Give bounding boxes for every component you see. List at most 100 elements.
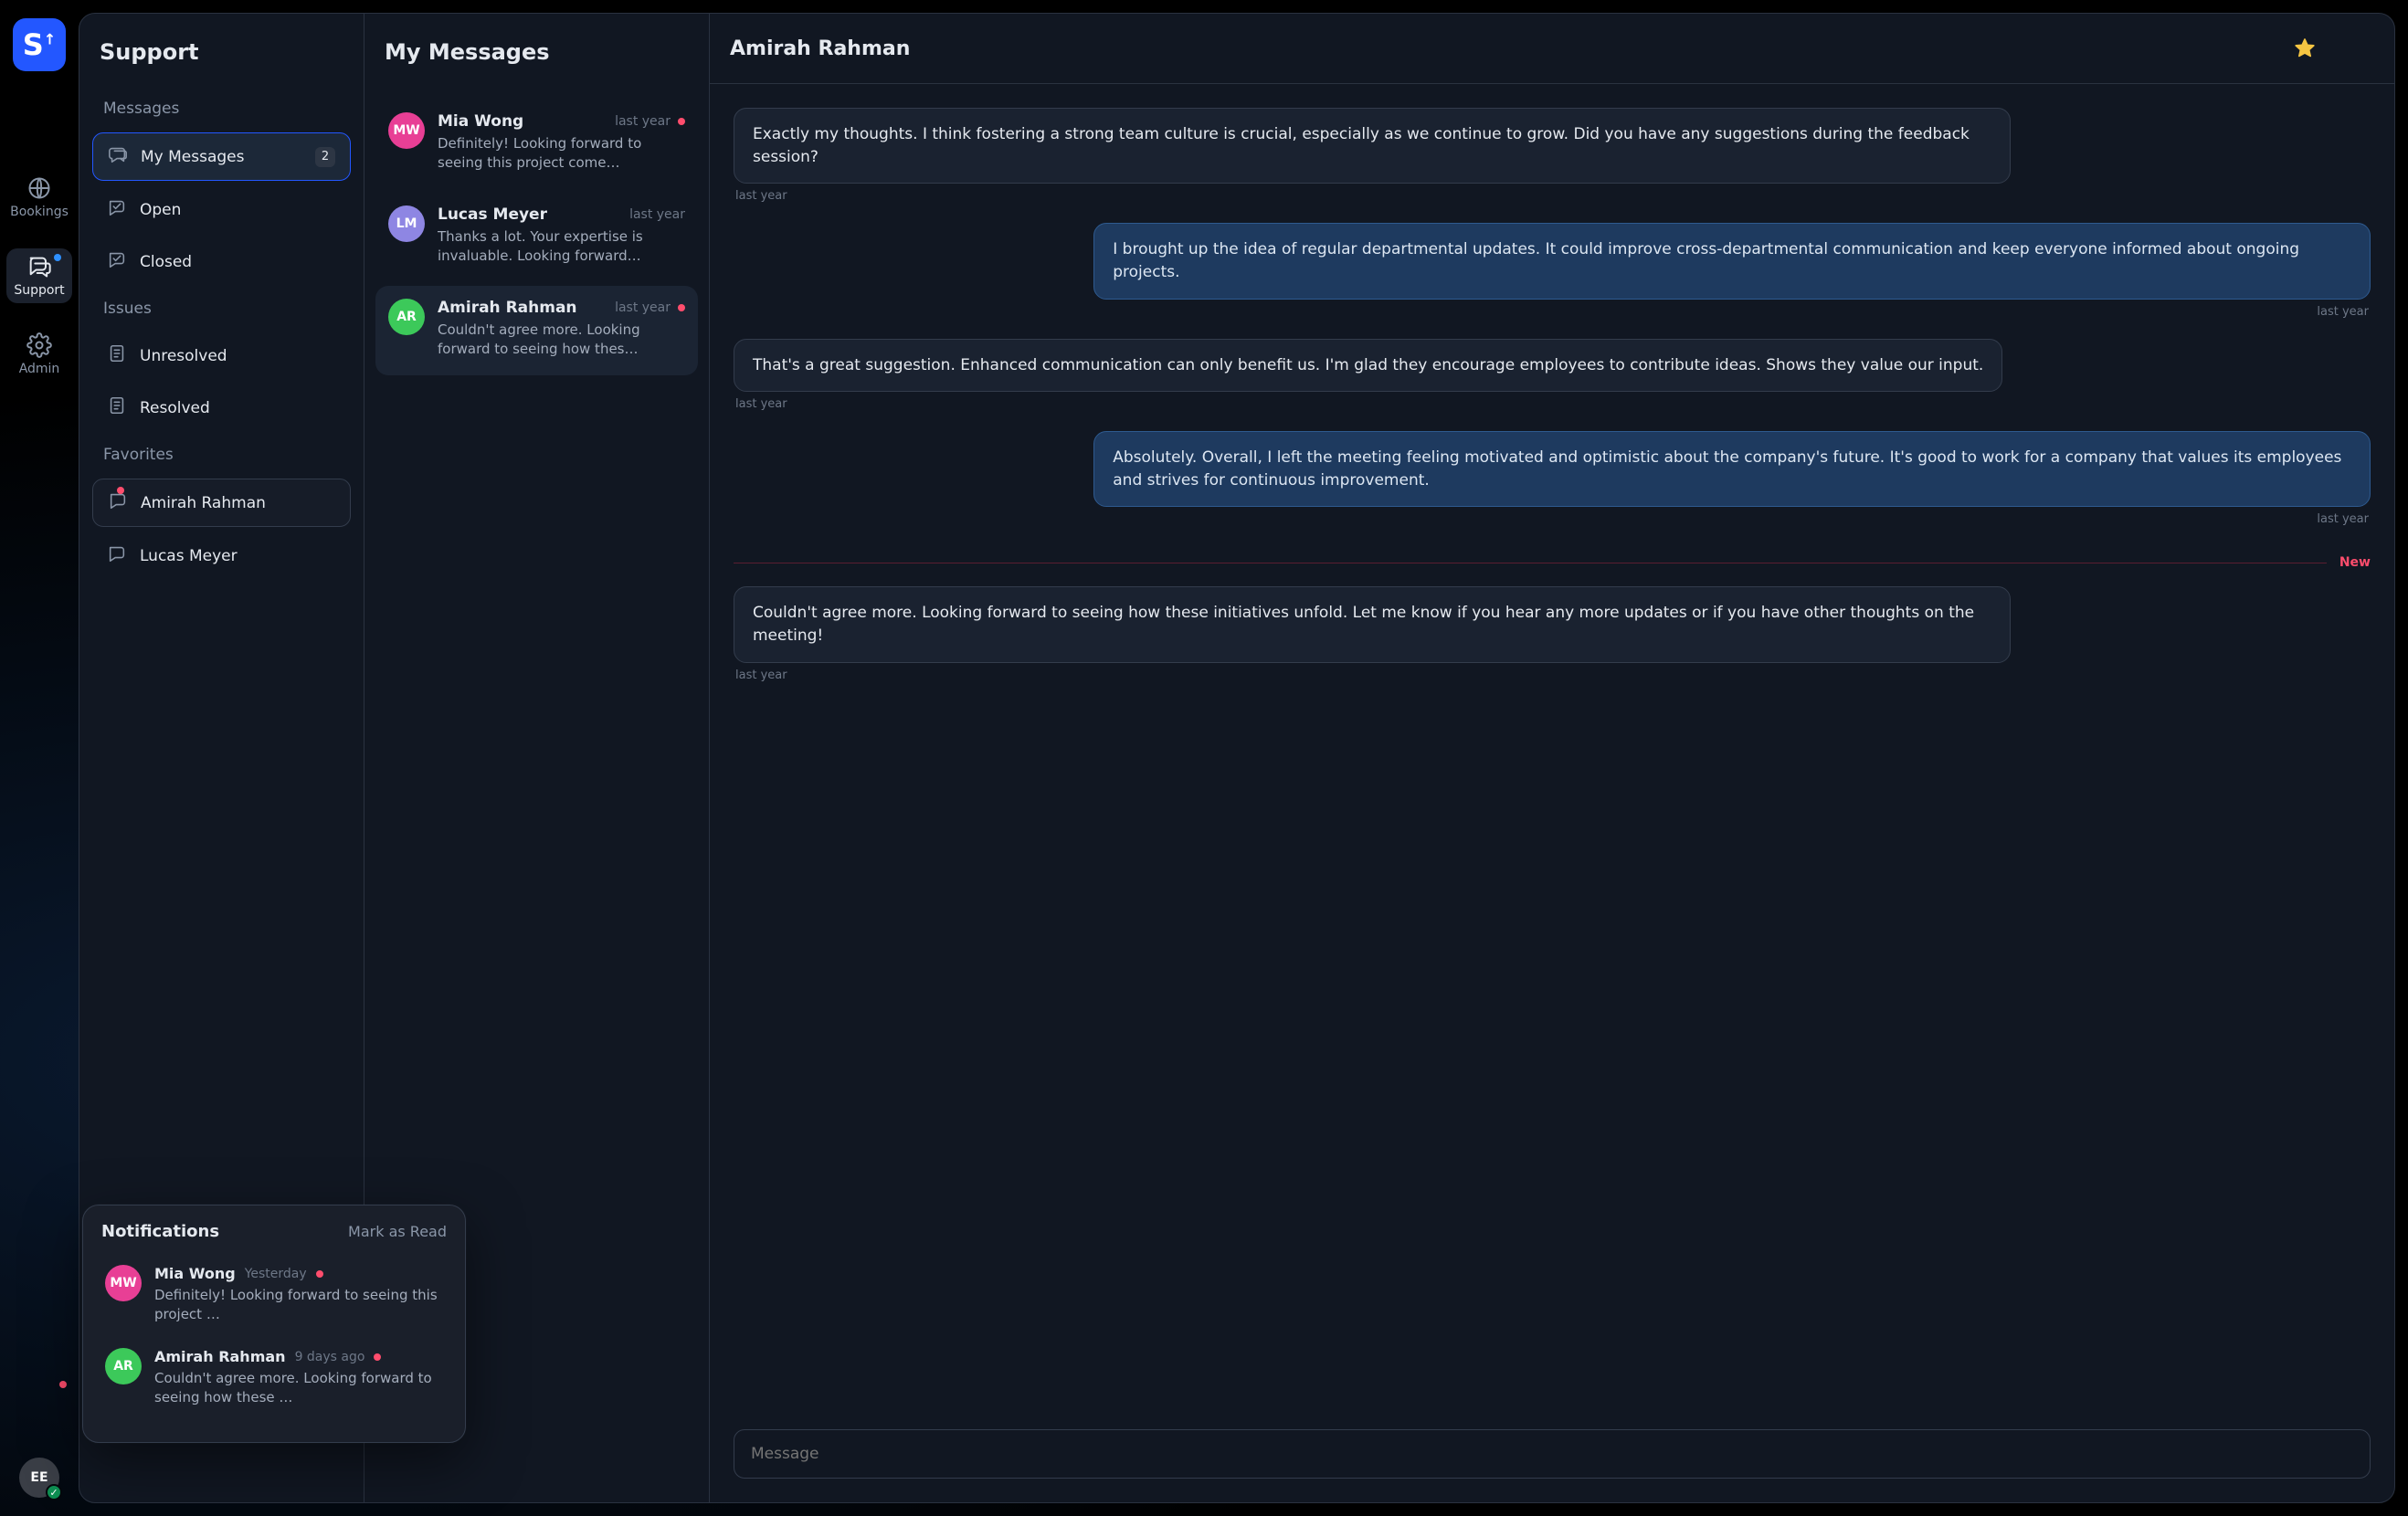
- message-preview: Couldn't agree more. Looking forward to …: [438, 321, 685, 359]
- notification-item[interactable]: ARAmirah Rahman9 days agoCouldn't agree …: [101, 1339, 447, 1422]
- message-name: Amirah Rahman: [438, 299, 577, 317]
- message-timestamp: last year: [2317, 305, 2369, 319]
- notification-time: Yesterday: [245, 1267, 307, 1281]
- notifications-button[interactable]: [14, 1383, 65, 1434]
- unread-dot: [678, 118, 685, 125]
- message-name: Lucas Meyer: [438, 205, 547, 224]
- section-issues[interactable]: Issues: [92, 290, 351, 327]
- chat-bubble-icon: [108, 144, 128, 169]
- message-timestamp: last year: [735, 189, 787, 203]
- message-timestamp: last year: [735, 397, 787, 411]
- chevron-down-icon: [327, 300, 340, 317]
- message-bubble: Couldn't agree more. Looking forward to …: [734, 586, 2011, 662]
- section-label: Favorites: [103, 446, 174, 464]
- nav-bookings-label: Bookings: [10, 205, 69, 219]
- notification-item[interactable]: MW Mia Wong Yesterday Definitely! Looking f…: [101, 1256, 447, 1339]
- nav-item-lucas-meyer[interactable]: Lucas Meyer: [92, 532, 351, 579]
- edit-icon: [660, 42, 681, 62]
- search-icon: [26, 108, 52, 133]
- gear-icon: [26, 332, 52, 358]
- notification-dot: [59, 1381, 67, 1388]
- nav-item-unresolved[interactable]: Unresolved: [92, 332, 351, 379]
- mark-as-read-button[interactable]: Mark as Read: [348, 1223, 447, 1240]
- section-favorites[interactable]: Favorites: [92, 437, 351, 473]
- info-icon: [2345, 37, 2367, 59]
- message-preview: Definitely! Looking forward to seeing th…: [438, 134, 685, 173]
- section-label: Messages: [103, 100, 179, 118]
- star-icon: [2294, 37, 2316, 59]
- nav-item-closed[interactable]: Closed: [92, 238, 351, 285]
- nav-item-resolved[interactable]: Resolved: [92, 384, 351, 431]
- message-bubble: I brought up the idea of regular departm…: [1093, 223, 2371, 299]
- nav-admin-label: Admin: [19, 362, 60, 376]
- app-logo-glyph: S↑: [23, 27, 56, 62]
- notification-text: Couldn't agree more. Looking forward to …: [154, 1369, 443, 1407]
- avatar: MW: [105, 1265, 142, 1301]
- star-button[interactable]: [2287, 30, 2323, 67]
- nav-item-label: Amirah Rahman: [141, 494, 266, 512]
- avatar: LM: [388, 205, 425, 242]
- support-title: Support: [100, 39, 199, 65]
- avatar: AR: [388, 299, 425, 335]
- message-row: Absolutely. Overall, I left the meeting …: [1093, 431, 2371, 539]
- global-rail: S↑ Bookings Support Admin EE ✓: [0, 0, 79, 1516]
- message-row: I brought up the idea of regular departm…: [1093, 223, 2371, 331]
- messages-list-title: My Messages: [385, 39, 550, 65]
- conversation-title: Amirah Rahman: [730, 37, 910, 60]
- msg-icon: [108, 490, 128, 515]
- chat-icon: [26, 254, 52, 279]
- message-time: last year: [615, 114, 671, 129]
- search-button[interactable]: [14, 95, 65, 146]
- count-badge: 2: [315, 147, 335, 167]
- nav-item-open[interactable]: Open: [92, 186, 351, 233]
- notification-text: Definitely! Looking forward to seeing th…: [154, 1286, 443, 1324]
- doc-icon: [107, 395, 127, 420]
- message-bubble: Absolutely. Overall, I left the meeting …: [1093, 431, 2371, 507]
- check-msg-icon: [107, 249, 127, 274]
- nav-item-my-messages[interactable]: My Messages 2: [92, 132, 351, 181]
- message-row: Couldn't agree more. Looking forward to …: [734, 586, 2011, 694]
- nav-item-label: Unresolved: [140, 347, 227, 365]
- send-button[interactable]: [2333, 1441, 2355, 1467]
- message-input[interactable]: [749, 1444, 2333, 1464]
- nav-item-label: Lucas Meyer: [140, 547, 238, 565]
- notification-time: 9 days ago: [295, 1350, 365, 1364]
- conversation-panel: Amirah Rahman Exactly my thoughts. I thi…: [710, 14, 2394, 1502]
- message-bubble: Exactly my thoughts. I think fostering a…: [734, 108, 2011, 184]
- message-preview: Thanks a lot. Your expertise is invaluab…: [438, 227, 685, 266]
- section-messages[interactable]: Messages: [92, 90, 351, 127]
- message-item[interactable]: AR Amirah Rahman last year Couldn't agree m…: [375, 286, 698, 375]
- nav-bookings[interactable]: Bookings: [6, 170, 72, 225]
- nav-support-indicator: [54, 254, 61, 261]
- message-name: Mia Wong: [438, 112, 523, 131]
- message-time: last year: [629, 207, 685, 222]
- nav-admin[interactable]: Admin: [6, 327, 72, 382]
- chev-icon: [327, 302, 340, 317]
- unread-dot: [316, 1270, 323, 1278]
- info-button[interactable]: [2338, 30, 2374, 67]
- chev-icon: [327, 102, 340, 117]
- message-item[interactable]: MW Mia Wong last year Definitely! Looking f…: [375, 100, 698, 189]
- message-composer: [734, 1429, 2371, 1479]
- notification-name: Mia Wong: [154, 1265, 236, 1282]
- nav-support[interactable]: Support: [6, 248, 72, 303]
- current-user-avatar[interactable]: EE ✓: [19, 1458, 59, 1498]
- new-separator: New: [734, 555, 2371, 570]
- message-timestamp: last year: [2317, 512, 2369, 526]
- doc-icon: [107, 343, 127, 368]
- message-time: last year: [615, 300, 671, 315]
- nav-item-label: My Messages: [141, 148, 245, 166]
- section-label: Issues: [103, 300, 152, 318]
- app-logo[interactable]: S↑: [13, 18, 66, 71]
- check-msg-icon: [107, 197, 127, 222]
- message-row: That's a great suggestion. Enhanced comm…: [734, 339, 2002, 425]
- dots-icon: [315, 42, 335, 62]
- message-item[interactable]: LM Lucas Meyer last year Thanks a lot. Your…: [375, 193, 698, 282]
- message-bubble: That's a great suggestion. Enhanced comm…: [734, 339, 2002, 393]
- avatar: MW: [388, 112, 425, 149]
- send-icon: [2333, 1441, 2355, 1463]
- notifications-title: Notifications: [101, 1222, 219, 1241]
- compose-button[interactable]: [652, 34, 689, 70]
- nav-item-amirah-rahman[interactable]: Amirah Rahman: [92, 479, 351, 527]
- support-more-button[interactable]: [307, 34, 343, 70]
